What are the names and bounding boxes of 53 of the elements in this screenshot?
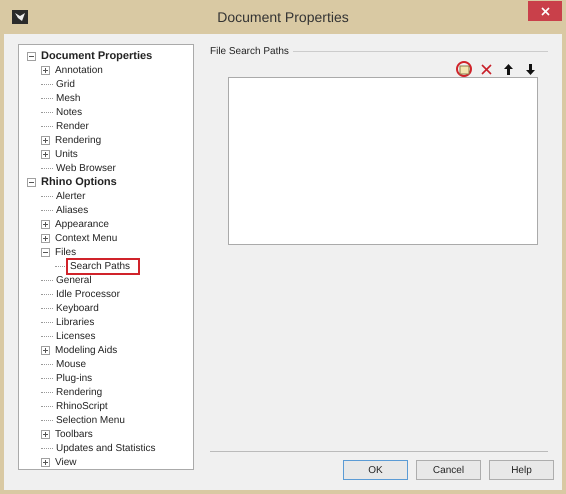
tree-item[interactable]: Rhino Options xyxy=(39,176,119,188)
tree-item[interactable]: Keyboard xyxy=(54,302,101,314)
tree-item[interactable]: Notes xyxy=(54,106,84,118)
collapse-icon[interactable] xyxy=(41,248,50,256)
tree-item[interactable]: Mouse xyxy=(54,358,88,370)
tree-item[interactable]: Idle Processor xyxy=(54,288,122,300)
tree-item[interactable]: Aliases xyxy=(54,204,90,216)
tree-item[interactable]: Grid xyxy=(54,78,77,90)
tree-item[interactable]: Toolbars xyxy=(53,428,95,440)
tree-item[interactable]: Files xyxy=(53,246,78,258)
group-title: File Search Paths xyxy=(210,45,289,59)
tree-item[interactable]: Licenses xyxy=(54,330,98,342)
tree-item[interactable]: Rendering xyxy=(54,386,104,398)
arrow-up-icon xyxy=(504,64,512,74)
tree-item[interactable]: Appearance xyxy=(53,218,111,230)
tree-item[interactable]: Document Properties xyxy=(39,50,154,62)
tree-item[interactable]: Units xyxy=(53,148,80,160)
tree-item[interactable]: Mesh xyxy=(54,92,82,104)
tree-item[interactable]: Selection Menu xyxy=(54,414,127,426)
expand-icon[interactable] xyxy=(41,136,50,144)
tree-item[interactable]: Render xyxy=(54,120,91,132)
expand-icon[interactable] xyxy=(41,150,50,158)
collapse-icon[interactable] xyxy=(27,52,36,60)
tree-item[interactable]: RhinoScript xyxy=(54,400,110,412)
tree-item[interactable]: Web Browser xyxy=(54,162,118,174)
arrow-down-icon xyxy=(526,64,534,74)
close-button[interactable] xyxy=(528,1,562,21)
app-icon xyxy=(12,10,28,24)
folder-icon xyxy=(458,64,470,74)
expand-icon[interactable] xyxy=(41,66,50,74)
dialog-button[interactable]: OK xyxy=(343,460,408,480)
window-title: Document Properties xyxy=(216,8,350,27)
tree-item[interactable]: Modeling Aids xyxy=(53,344,120,356)
collapse-icon[interactable] xyxy=(27,178,36,186)
expand-icon[interactable] xyxy=(41,458,50,466)
expand-icon[interactable] xyxy=(41,234,50,242)
expand-icon[interactable] xyxy=(41,430,50,438)
expand-icon[interactable] xyxy=(41,346,50,354)
tree-item[interactable]: Libraries xyxy=(54,316,96,328)
tree-item[interactable]: Updates and Statistics xyxy=(54,442,158,454)
tree-item[interactable]: Plug-ins xyxy=(54,372,94,384)
tree-item[interactable]: Search Paths xyxy=(68,260,138,272)
tree-item[interactable]: Annotation xyxy=(53,64,105,76)
tree-item[interactable]: View xyxy=(53,456,78,468)
tree-item[interactable]: Context Menu xyxy=(53,232,120,244)
tree-item[interactable]: Alerter xyxy=(54,190,88,202)
expand-icon[interactable] xyxy=(41,220,50,228)
tree-item[interactable]: General xyxy=(54,274,94,286)
dialog-button[interactable]: Cancel xyxy=(416,460,481,480)
close-icon xyxy=(540,6,550,16)
dialog-button[interactable]: Help xyxy=(489,460,554,480)
delete-icon xyxy=(480,64,492,74)
tree-item[interactable]: Rendering xyxy=(53,134,104,146)
